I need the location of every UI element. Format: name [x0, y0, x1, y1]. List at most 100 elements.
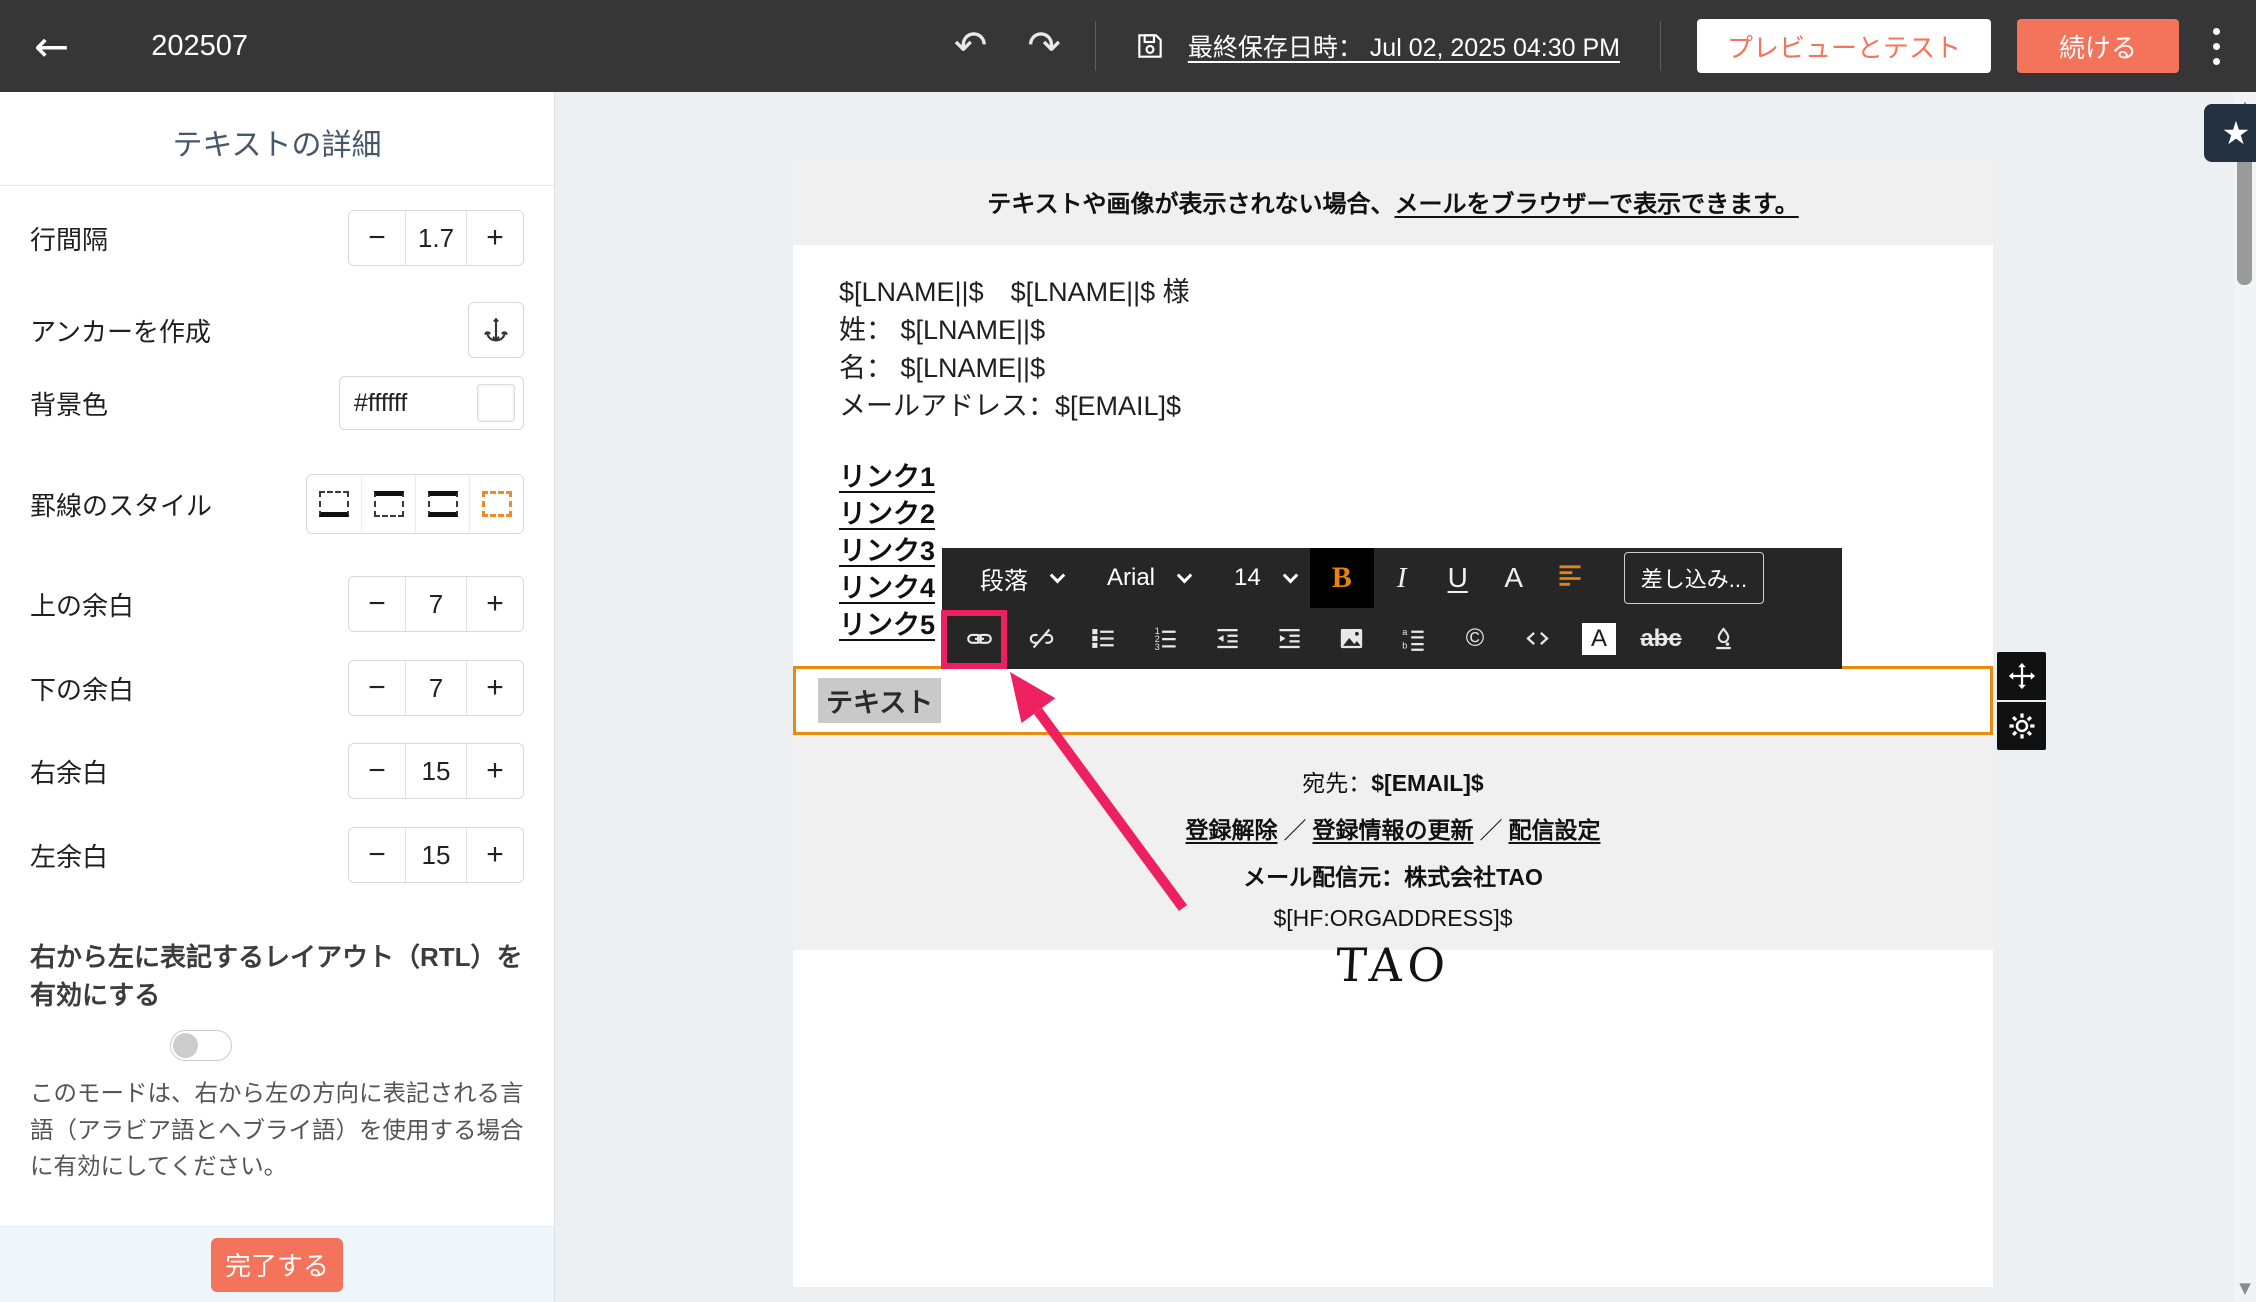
background-color-input[interactable]: #ffffff [339, 376, 524, 430]
create-anchor-button[interactable] [468, 302, 524, 358]
undo-button[interactable]: ↶ [954, 26, 988, 66]
padding-right-value[interactable]: 15 [405, 744, 467, 798]
greeting-line: $[LNAME||$ $[LNAME||$ 様 [839, 273, 1993, 311]
increase-indent-icon [1276, 625, 1303, 652]
delivery-settings-link[interactable]: 配信設定 [1509, 817, 1601, 843]
line-spacing-label: 行間隔 [30, 220, 108, 257]
highlight-color-button[interactable]: A [1568, 608, 1630, 669]
background-color-value[interactable]: #ffffff [354, 389, 477, 418]
font-family-value: Arial [1107, 564, 1155, 592]
line-spacing-increase-button[interactable]: + [467, 211, 523, 265]
underline-button[interactable]: U [1430, 548, 1486, 608]
link-1[interactable]: リンク1 [839, 462, 935, 492]
font-color-button[interactable]: A [1486, 548, 1542, 608]
email-footer-block: 宛先：$[EMAIL]$ 登録解除／登録情報の更新／配信設定 メール配信元：株式… [793, 735, 1993, 950]
back-arrow-icon: ← [34, 22, 69, 71]
source-code-icon [1524, 625, 1551, 652]
empty-email-block[interactable] [793, 950, 1993, 1287]
rtl-toggle-knob [173, 1033, 198, 1058]
background-color-swatch[interactable] [477, 384, 515, 422]
link-2[interactable]: リンク2 [839, 499, 935, 529]
align-left-button[interactable] [1542, 548, 1598, 608]
footer-separator: ／ [1278, 817, 1313, 843]
insert-image-button[interactable] [1320, 608, 1382, 669]
link-4[interactable]: リンク4 [839, 573, 935, 603]
font-size-value: 14 [1234, 564, 1261, 592]
rtl-toggle[interactable] [170, 1030, 232, 1061]
redo-button[interactable]: ↷ [1027, 26, 1061, 66]
padding-right-increase-button[interactable]: + [467, 744, 523, 798]
italic-button[interactable]: I [1374, 548, 1430, 608]
border-style-top-bottom-solid-button[interactable] [415, 475, 469, 533]
background-color-label: 背景色 [30, 385, 108, 422]
strikethrough-button[interactable]: abc [1630, 608, 1692, 669]
padding-bottom-decrease-button[interactable]: − [349, 661, 405, 715]
padding-right-label: 右余白 [30, 753, 108, 790]
padding-right-decrease-button[interactable]: − [349, 744, 405, 798]
border-bottom-solid-icon [319, 491, 349, 517]
last-saved-link[interactable]: 最終保存日時： Jul 02, 2025 04:30 PM [1188, 28, 1620, 64]
line-spacing-value[interactable]: 1.7 [405, 211, 467, 265]
merge-field-button[interactable]: 差し込み... [1624, 552, 1764, 604]
save-button[interactable] [1134, 30, 1166, 62]
border-style-options [306, 474, 524, 534]
decrease-indent-button[interactable] [1196, 608, 1258, 669]
sender-line: メール配信元：株式会社TAO [793, 858, 1993, 892]
font-family-select[interactable]: Arial [1107, 564, 1190, 592]
svg-text:3: 3 [1154, 642, 1159, 652]
text-editor-toolbar: 段落 Arial 14 B I U A 差し込み... [942, 548, 1842, 669]
link-3[interactable]: リンク3 [839, 536, 935, 566]
padding-bottom-value[interactable]: 7 [405, 661, 467, 715]
numbered-list-button[interactable]: 123 [1134, 608, 1196, 669]
save-icon [1134, 30, 1166, 62]
font-size-select[interactable]: 14 [1234, 564, 1296, 592]
border-style-bottom-solid-button[interactable] [307, 475, 361, 533]
padding-left-value[interactable]: 15 [405, 828, 467, 882]
numbered-list-icon: 123 [1152, 625, 1179, 652]
padding-top-value[interactable]: 7 [405, 577, 467, 631]
bullet-list-button[interactable] [1072, 608, 1134, 669]
line-spacing-stepper: − 1.7 + [348, 210, 524, 266]
border-style-none-selected-button[interactable] [469, 475, 523, 533]
line-spacing-decrease-button[interactable]: − [349, 211, 405, 265]
padding-top-increase-button[interactable]: + [467, 577, 523, 631]
padding-left-decrease-button[interactable]: − [349, 828, 405, 882]
footer-separator: ／ [1474, 817, 1509, 843]
favorite-star-button[interactable]: ★ [2204, 104, 2256, 162]
link-5[interactable]: リンク5 [839, 610, 935, 640]
scroll-down-button[interactable]: ▼ [2234, 1276, 2256, 1300]
anchor-icon [481, 315, 511, 345]
continue-button[interactable]: 続ける [2017, 19, 2179, 73]
remove-link-button[interactable] [1010, 608, 1072, 669]
more-options-button[interactable] [2207, 22, 2226, 71]
source-code-button[interactable] [1506, 608, 1568, 669]
done-button[interactable]: 完了する [211, 1238, 343, 1292]
definition-list-button[interactable]: ab [1382, 608, 1444, 669]
selected-text[interactable]: テキスト [818, 678, 941, 723]
remove-format-button[interactable] [1692, 608, 1754, 669]
padding-top-decrease-button[interactable]: − [349, 577, 405, 631]
unsubscribe-link[interactable]: 登録解除 [1186, 817, 1278, 843]
preview-test-button[interactable]: プレビューとテスト [1697, 19, 1991, 73]
border-top-bottom-solid-icon [428, 491, 458, 517]
update-info-link[interactable]: 登録情報の更新 [1313, 817, 1474, 843]
footer-links-line: 登録解除／登録情報の更新／配信設定 [793, 811, 1993, 845]
special-character-button[interactable]: © [1444, 608, 1506, 669]
gear-icon [2007, 711, 2037, 741]
padding-left-increase-button[interactable]: + [467, 828, 523, 882]
browser-view-link[interactable]: メールをブラウザーで表示できます。 [1395, 184, 1799, 219]
image-icon [1338, 625, 1365, 652]
bold-button[interactable]: B [1310, 548, 1374, 608]
block-settings-button[interactable] [1997, 702, 2046, 750]
padding-bottom-increase-button[interactable]: + [467, 661, 523, 715]
padding-left-label: 左余白 [30, 837, 108, 874]
border-style-top-solid-button[interactable] [361, 475, 415, 533]
increase-indent-button[interactable] [1258, 608, 1320, 669]
paragraph-format-select[interactable]: 段落 [980, 561, 1063, 596]
padding-top-label: 上の余白 [30, 586, 134, 623]
selected-text-block[interactable]: テキスト [793, 666, 1993, 735]
move-block-button[interactable] [1997, 652, 2046, 700]
vertical-scrollbar[interactable]: ▲ ▼ [2234, 92, 2256, 1302]
back-button[interactable]: ← [34, 22, 69, 71]
border-top-solid-icon [374, 491, 404, 517]
